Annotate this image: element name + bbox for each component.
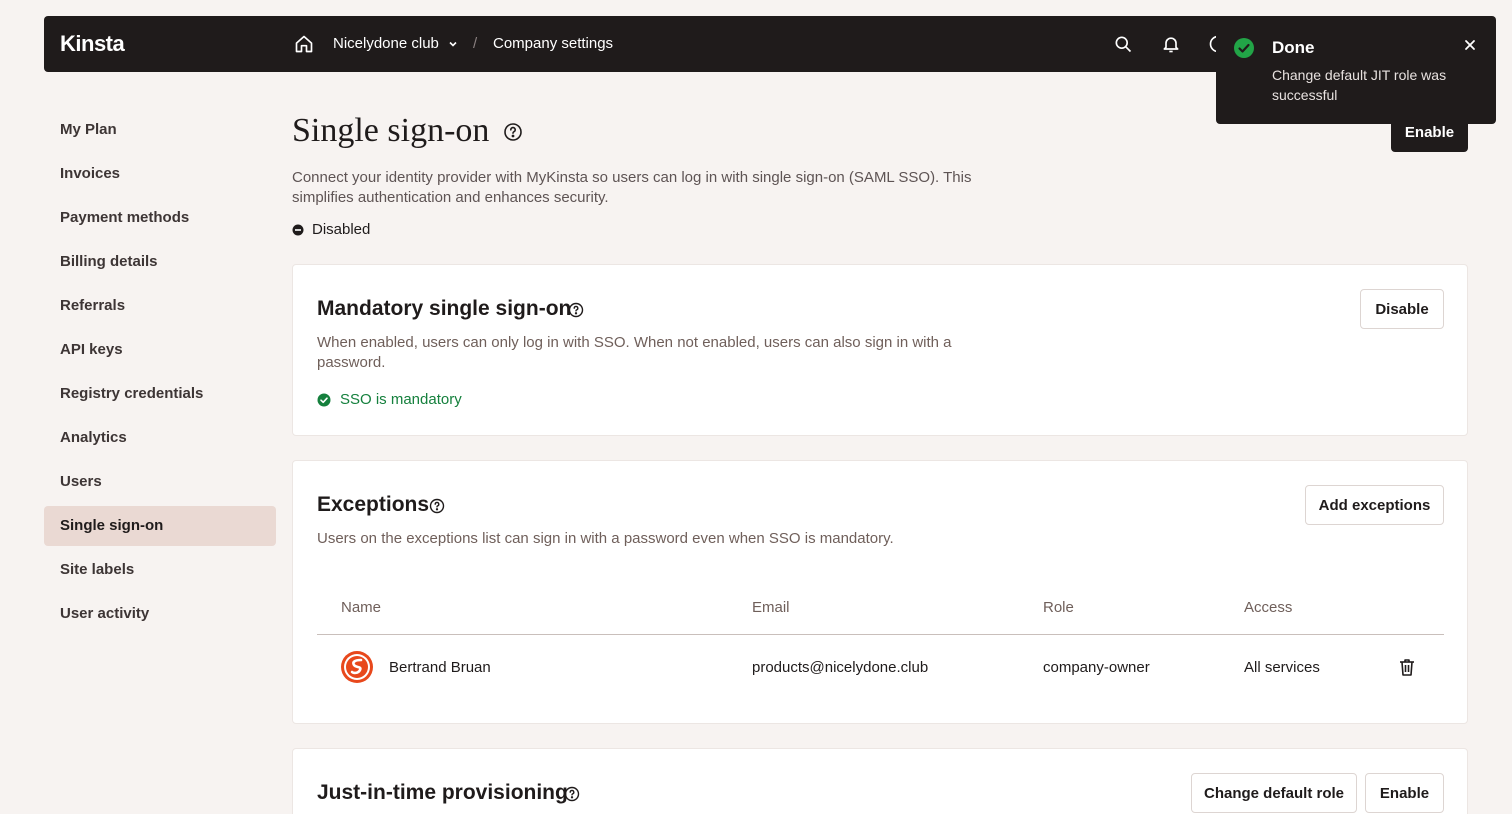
enable-jit-button[interactable]: Enable <box>1365 773 1444 813</box>
close-icon[interactable] <box>1463 38 1477 52</box>
jit-provisioning-title: Just-in-time provisioning <box>317 781 568 804</box>
bell-icon[interactable] <box>1161 34 1181 54</box>
breadcrumb-company[interactable]: Nicelydone club <box>333 35 439 52</box>
minus-circle-icon <box>292 224 304 236</box>
sidebar-item-single-sign-on[interactable]: Single sign-on <box>44 506 276 546</box>
sso-status: Disabled <box>312 221 371 238</box>
mandatory-sso-description: When enabled, users can only log in with… <box>317 334 952 371</box>
sidebar-item-site-labels[interactable]: Site labels <box>44 550 276 590</box>
disable-mandatory-sso-button[interactable]: Disable <box>1360 289 1444 329</box>
sidebar-item-referrals[interactable]: Referrals <box>44 286 276 326</box>
avatar <box>341 651 373 683</box>
change-default-role-button[interactable]: Change default role <box>1191 773 1357 813</box>
table-divider <box>317 634 1444 635</box>
column-header-role: Role <box>1043 599 1074 616</box>
sidebar-item-users[interactable]: Users <box>44 462 276 502</box>
search-icon[interactable] <box>1113 34 1133 54</box>
page-description: Connect your identity provider with MyKi… <box>292 169 972 206</box>
row-email: products@nicelydone.club <box>752 659 929 676</box>
jit-provisioning-card: Just-in-time provisioning Change default… <box>292 748 1468 814</box>
help-icon[interactable] <box>568 302 584 318</box>
sidebar-item-api-keys[interactable]: API keys <box>44 330 276 370</box>
sidebar-item-billing-details[interactable]: Billing details <box>44 242 276 282</box>
row-access: All services <box>1244 659 1320 676</box>
kinsta-logo[interactable]: Kinsta <box>60 31 125 57</box>
mandatory-sso-card: Mandatory single sign-on When enabled, u… <box>292 264 1468 436</box>
sidebar-item-payment-methods[interactable]: Payment methods <box>44 198 276 238</box>
sidebar-item-analytics[interactable]: Analytics <box>44 418 276 458</box>
exceptions-description: Users on the exceptions list can sign in… <box>317 530 894 547</box>
toast-title: Done <box>1272 38 1315 57</box>
sidebar-item-my-plan[interactable]: My Plan <box>44 110 276 150</box>
row-role: company-owner <box>1043 659 1150 676</box>
success-toast: Done Change default JIT role was success… <box>1216 16 1496 124</box>
chevron-down-icon[interactable] <box>448 39 458 49</box>
mandatory-sso-title: Mandatory single sign-on <box>317 297 572 320</box>
exceptions-title: Exceptions <box>317 493 430 516</box>
column-header-name: Name <box>341 599 382 616</box>
breadcrumb-current-page: Company settings <box>493 35 614 52</box>
toast-message: Change default JIT role was successful <box>1272 67 1447 103</box>
sidebar-item-invoices[interactable]: Invoices <box>44 154 276 194</box>
home-icon[interactable] <box>294 34 314 54</box>
sidebar-item-user-activity[interactable]: User activity <box>44 594 276 634</box>
help-icon[interactable] <box>429 498 445 514</box>
help-icon[interactable] <box>564 786 580 802</box>
settings-sidebar: My Plan Invoices Payment methods Billing… <box>44 110 276 638</box>
sidebar-item-registry-credentials[interactable]: Registry credentials <box>44 374 276 414</box>
exceptions-card: Exceptions Users on the exceptions list … <box>292 460 1468 724</box>
trash-icon[interactable] <box>1397 657 1417 677</box>
column-header-email: Email <box>752 599 790 616</box>
column-header-access: Access <box>1244 599 1293 616</box>
check-circle-icon <box>1234 38 1254 58</box>
help-icon[interactable] <box>503 122 523 142</box>
page-title: Single sign-on <box>292 112 490 149</box>
breadcrumb-separator: / <box>473 35 478 52</box>
check-circle-icon <box>317 393 331 407</box>
add-exceptions-button[interactable]: Add exceptions <box>1305 485 1444 525</box>
sso-mandatory-status: SSO is mandatory <box>340 391 462 408</box>
row-name: Bertrand Bruan <box>389 659 491 676</box>
